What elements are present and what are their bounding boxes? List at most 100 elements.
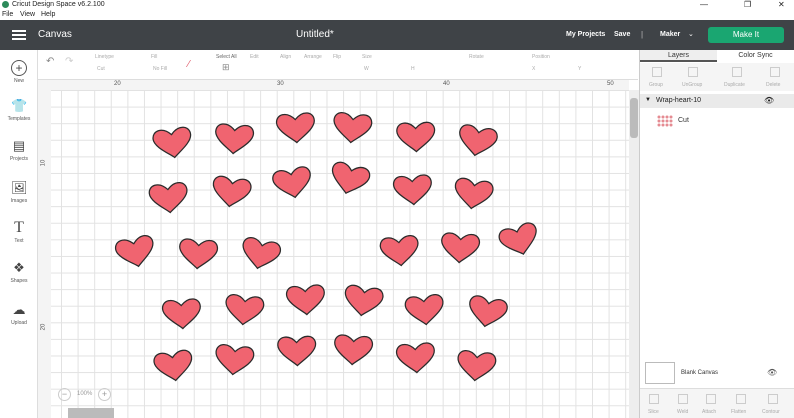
fill-color-icon[interactable]: ⁄ (188, 59, 190, 70)
tab-layers[interactable]: Layers (640, 50, 717, 62)
weld-button[interactable]: Weld (677, 409, 688, 415)
app-logo-icon (2, 1, 9, 8)
bottom-tools: Slice Weld Attach Flatten Contour (640, 388, 794, 418)
tab-color-sync[interactable]: Color Sync (717, 50, 794, 62)
contour-button[interactable]: Contour (762, 409, 780, 415)
width-label: W (364, 66, 369, 72)
window-title: Cricut Design Space v6.2.100 (12, 1, 105, 8)
size-label: Size (362, 54, 372, 60)
nav-text[interactable]: T Text (0, 219, 38, 245)
contour-icon[interactable] (768, 394, 778, 404)
nav-images-label: Images (10, 198, 28, 204)
vertical-scroll-thumb[interactable] (630, 98, 638, 138)
plus-icon: + (11, 60, 27, 76)
shapes-icon: ❖ (13, 260, 25, 275)
group-button[interactable]: Group (649, 82, 663, 88)
document-title[interactable]: Untitled* (296, 29, 334, 40)
nav-shapes-label: Shapes (10, 278, 28, 284)
flatten-button[interactable]: Flatten (731, 409, 746, 415)
ruler-top-label: 50 (607, 81, 614, 87)
layer-row[interactable]: ▼ Wrap-heart-10 👁 (640, 94, 794, 108)
ruler-top-label: 30 (277, 81, 284, 87)
ruler-left: 10 20 (38, 80, 51, 418)
minimize-button[interactable]: — (700, 0, 708, 9)
window-titlebar: Cricut Design Space v6.2.100 — ❐ ✕ (0, 0, 794, 10)
nav-text-label: Text (14, 238, 24, 244)
attach-icon[interactable] (706, 394, 716, 404)
edit-toolbar: ↶ ↷ Linetype Cut Fill No Fill ⁄ Select A… (38, 50, 638, 80)
slice-button[interactable]: Slice (648, 409, 659, 415)
sublayer-label: Cut (678, 117, 689, 124)
upload-icon: ☁ (12, 302, 26, 317)
weld-icon[interactable] (678, 394, 688, 404)
ruler-left-label: 20 (40, 323, 47, 331)
app-header: Canvas Untitled* My Projects Save | Make… (0, 20, 794, 50)
section-title: Canvas (38, 29, 72, 40)
vertical-scrollbar[interactable] (629, 90, 639, 418)
horizontal-scroll-thumb[interactable] (68, 408, 114, 418)
nav-images[interactable]: 🖼 Images (0, 180, 38, 204)
nav-upload[interactable]: ☁ Upload (0, 302, 38, 326)
zoom-value: 100% (77, 391, 93, 397)
position-label: Position (532, 54, 550, 60)
group-icon[interactable] (652, 67, 662, 77)
flatten-icon[interactable] (736, 394, 746, 404)
maximize-button[interactable]: ❐ (744, 0, 751, 9)
blank-canvas-row[interactable]: Blank Canvas 👁 (645, 362, 794, 386)
close-button[interactable]: ✕ (778, 0, 785, 9)
menu-view[interactable]: View (20, 11, 35, 18)
ungroup-button[interactable]: UnGroup (682, 82, 702, 88)
redo-icon[interactable]: ↷ (65, 56, 73, 67)
align-menu[interactable]: Align (280, 54, 291, 60)
duplicate-icon[interactable] (732, 67, 742, 77)
text-icon: T (14, 219, 24, 236)
nav-projects[interactable]: ▤ Projects (0, 138, 38, 162)
projects-icon: ▤ (12, 138, 26, 153)
blank-canvas-swatch[interactable] (645, 362, 675, 384)
zoom-out-button[interactable]: − (58, 388, 71, 401)
fill-select[interactable]: No Fill (153, 66, 167, 72)
nav-new-label: New (13, 78, 24, 84)
machine-selector[interactable]: Maker (660, 31, 680, 38)
hamburger-menu-icon[interactable] (12, 30, 26, 40)
ruler-top: 20 30 40 50 (51, 80, 629, 90)
height-label: H (411, 66, 415, 72)
y-label: Y (578, 66, 582, 72)
nav-templates-label: Templates (7, 116, 31, 122)
my-projects-link[interactable]: My Projects (566, 31, 605, 38)
nav-upload-label: Upload (11, 320, 27, 326)
left-sidebar: + New 👕 Templates ▤ Projects 🖼 Images T … (0, 50, 38, 418)
nav-shapes[interactable]: ❖ Shapes (0, 260, 38, 284)
arrange-menu[interactable]: Arrange (304, 54, 322, 60)
select-all-icon[interactable]: ⊞ (222, 62, 230, 73)
nav-templates[interactable]: 👕 Templates (0, 98, 38, 122)
linetype-label: Linetype (95, 54, 114, 60)
zoom-in-button[interactable]: + (98, 388, 111, 401)
menu-bar: File View Help (0, 10, 794, 20)
rotate-label: Rotate (469, 54, 484, 60)
hide-eye-icon[interactable]: 👁 (767, 368, 777, 377)
slice-icon[interactable] (649, 394, 659, 404)
menu-help[interactable]: Help (41, 11, 55, 18)
save-button[interactable]: Save (614, 31, 630, 38)
collapse-caret-icon[interactable]: ▼ (645, 97, 651, 103)
flip-menu[interactable]: Flip (333, 54, 341, 60)
ruler-left-label: 10 (40, 159, 47, 167)
edit-menu[interactable]: Edit (250, 54, 259, 60)
duplicate-button[interactable]: Duplicate (724, 82, 745, 88)
delete-icon[interactable] (770, 67, 780, 77)
ungroup-icon[interactable] (688, 67, 698, 77)
menu-file[interactable]: File (2, 11, 13, 18)
undo-icon[interactable]: ↶ (46, 56, 54, 67)
make-it-button[interactable]: Make It (708, 27, 784, 43)
delete-button[interactable]: Delete (766, 82, 780, 88)
canvas-grid[interactable] (51, 90, 629, 418)
linetype-select[interactable]: Cut (97, 66, 105, 72)
chevron-down-icon[interactable]: ⌄ (688, 30, 694, 38)
x-label: X (532, 66, 536, 72)
visibility-eye-icon[interactable]: 👁 (764, 96, 774, 105)
nav-new[interactable]: + New (0, 60, 38, 84)
attach-button[interactable]: Attach (702, 409, 716, 415)
select-all-label[interactable]: Select All (216, 54, 237, 60)
image-icon: 🖼 (11, 180, 28, 195)
